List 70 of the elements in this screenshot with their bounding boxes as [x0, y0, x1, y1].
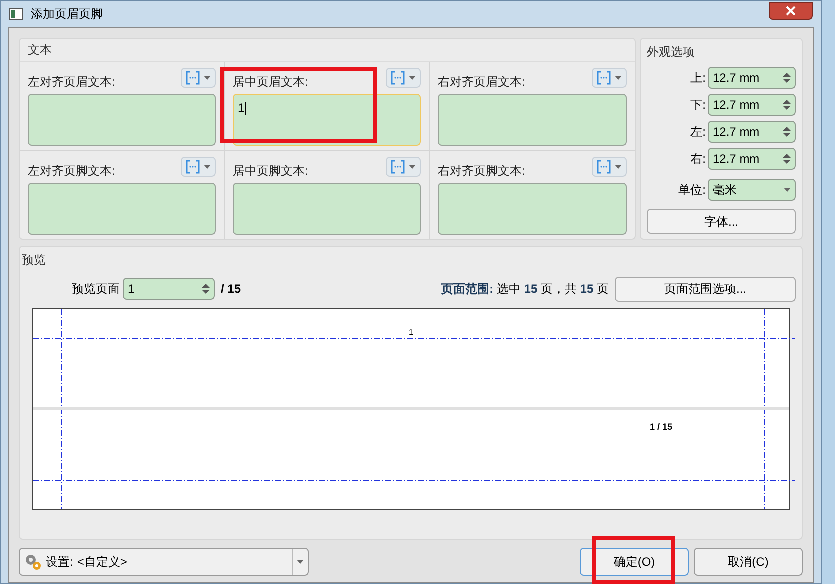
settings-label: 设置: — [46, 554, 74, 571]
page-total: / 15 — [221, 281, 242, 298]
bracket-dots-icon — [391, 71, 405, 85]
settings-dropdown[interactable]: 设置: <自定义> — [19, 548, 309, 576]
ok-button[interactable]: 确定(O) — [580, 548, 689, 576]
group-title: 预览 — [22, 252, 47, 269]
footer-preview-text: 1 / 15 — [650, 421, 673, 434]
bracket-dots-icon — [391, 160, 405, 174]
caret-icon — [409, 76, 416, 80]
cancel-button[interactable]: 取消(C) — [694, 548, 803, 576]
text-area[interactable] — [28, 94, 216, 146]
caret-icon — [615, 165, 622, 169]
field-label: 左对齐页脚文本: — [28, 163, 116, 180]
field-label: 居中页脚文本: — [233, 163, 308, 180]
field-label: 右对齐页眉文本: — [438, 74, 526, 91]
caret-icon — [615, 76, 622, 80]
spinner-arrows-icon — [202, 283, 210, 295]
caret-icon — [204, 76, 211, 80]
margin-label: 上: — [690, 70, 706, 87]
page-range-text: 页面范围: 选中 15 页，共 15 页 — [442, 281, 609, 298]
caret-icon — [204, 165, 211, 169]
close-icon — [786, 6, 796, 16]
insert-field-dropdown[interactable] — [592, 157, 627, 177]
bracket-dots-icon — [186, 71, 200, 85]
settings-value: <自定义> — [77, 554, 128, 571]
window-title: 添加页眉页脚 — [31, 6, 103, 23]
spinner-arrows-icon — [783, 126, 791, 138]
caret-icon — [409, 165, 416, 169]
margin-spinbox[interactable]: 12.7 mm — [708, 148, 796, 170]
margin-label: 右: — [690, 151, 706, 168]
gears-icon — [24, 553, 42, 571]
spinner-arrows-icon — [783, 153, 791, 165]
caret-icon — [784, 188, 791, 192]
insert-field-dropdown[interactable] — [181, 157, 216, 177]
text-area[interactable]: 1 — [233, 94, 421, 146]
spinner-arrows-icon — [783, 72, 791, 84]
spinner-arrows-icon — [783, 99, 791, 111]
field-label: 左对齐页眉文本: — [28, 74, 116, 91]
window-icon — [9, 8, 23, 20]
field-value: 1 — [238, 101, 245, 115]
bracket-dots-icon — [597, 71, 611, 85]
insert-field-dropdown[interactable] — [181, 68, 216, 88]
page-spinbox[interactable]: 1 — [123, 278, 215, 300]
unit-label: 单位: — [678, 182, 706, 199]
header-preview-text: 1 — [409, 327, 414, 339]
group-title: 文本 — [27, 42, 53, 59]
margin-spinbox[interactable]: 12.7 mm — [708, 94, 796, 116]
insert-field-dropdown[interactable] — [386, 68, 421, 88]
text-area[interactable] — [233, 183, 421, 235]
unit-dropdown[interactable]: 毫米 — [708, 179, 796, 201]
text-area[interactable] — [28, 183, 216, 235]
field-label: 居中页眉文本: — [233, 74, 308, 91]
preview-page-label: 预览页面 — [72, 281, 120, 298]
margin-label: 左: — [690, 124, 706, 141]
bracket-dots-icon — [186, 160, 200, 174]
close-button[interactable] — [769, 2, 813, 20]
field-label: 右对齐页脚文本: — [438, 163, 526, 180]
margin-spinbox[interactable]: 12.7 mm — [708, 121, 796, 143]
insert-field-dropdown[interactable] — [386, 157, 421, 177]
margin-label: 下: — [690, 97, 706, 114]
page-range-options-button[interactable]: 页面范围选项... — [615, 276, 796, 302]
caret-icon — [297, 560, 304, 564]
bracket-dots-icon — [597, 160, 611, 174]
text-area[interactable] — [438, 94, 627, 146]
text-cursor — [244, 102, 246, 116]
text-area[interactable] — [438, 183, 627, 235]
font-button[interactable]: 字体... — [647, 209, 796, 234]
group-title: 外观选项 — [647, 44, 696, 61]
margin-spinbox[interactable]: 12.7 mm — [708, 67, 796, 89]
insert-field-dropdown[interactable] — [592, 68, 627, 88]
